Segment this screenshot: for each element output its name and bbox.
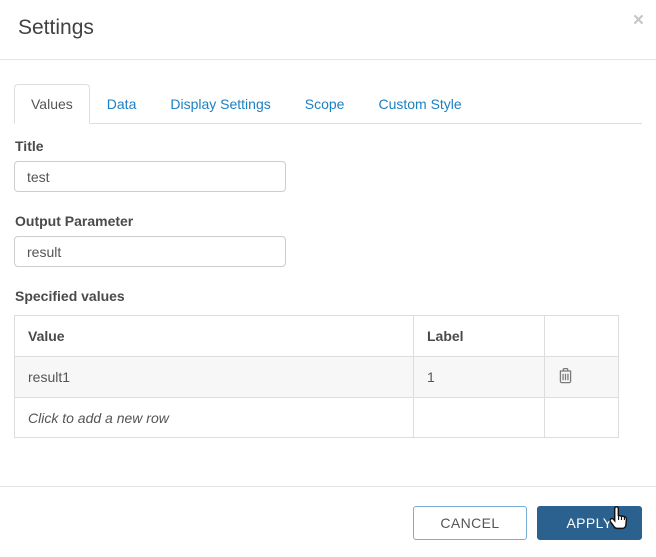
output-parameter-input[interactable] <box>14 236 286 267</box>
apply-button[interactable]: APPLY <box>537 506 642 540</box>
column-header-action <box>544 315 619 357</box>
output-parameter-label: Output Parameter <box>15 213 134 229</box>
cell-label[interactable]: 1 <box>413 356 545 398</box>
add-row-empty-cell <box>413 397 545 438</box>
delete-row-button[interactable] <box>558 367 573 387</box>
table-header-row: Value Label <box>14 315 619 357</box>
title-label: Title <box>15 138 44 154</box>
tab-custom-style[interactable]: Custom Style <box>361 84 478 124</box>
tab-bar: Values Data Display Settings Scope Custo… <box>14 84 642 124</box>
cell-action <box>544 356 619 398</box>
tab-display-settings[interactable]: Display Settings <box>153 84 287 124</box>
close-icon[interactable]: × <box>633 11 644 30</box>
column-header-value: Value <box>14 315 414 357</box>
dialog-footer: CANCEL APPLY <box>0 486 656 557</box>
tab-scope[interactable]: Scope <box>288 84 362 124</box>
dialog-title: Settings <box>18 16 94 39</box>
dialog-body: Values Data Display Settings Scope Custo… <box>0 84 656 438</box>
specified-values-label: Specified values <box>15 288 125 304</box>
specified-values-table: Value Label result1 1 Click to add a new… <box>14 315 619 438</box>
title-input[interactable] <box>14 161 286 192</box>
column-header-label: Label <box>413 315 545 357</box>
trash-icon <box>558 367 573 387</box>
add-row-text[interactable]: Click to add a new row <box>14 397 414 438</box>
cell-value[interactable]: result1 <box>14 356 414 398</box>
add-row-empty-cell <box>544 397 619 438</box>
cancel-button[interactable]: CANCEL <box>413 506 527 540</box>
tab-values[interactable]: Values <box>14 84 90 124</box>
tab-data[interactable]: Data <box>90 84 154 124</box>
settings-dialog: { "dialog": { "title": "Settings", "clos… <box>0 0 656 557</box>
table-row[interactable]: result1 1 <box>14 356 619 398</box>
add-row[interactable]: Click to add a new row <box>14 397 619 438</box>
dialog-header: Settings × <box>0 0 656 60</box>
